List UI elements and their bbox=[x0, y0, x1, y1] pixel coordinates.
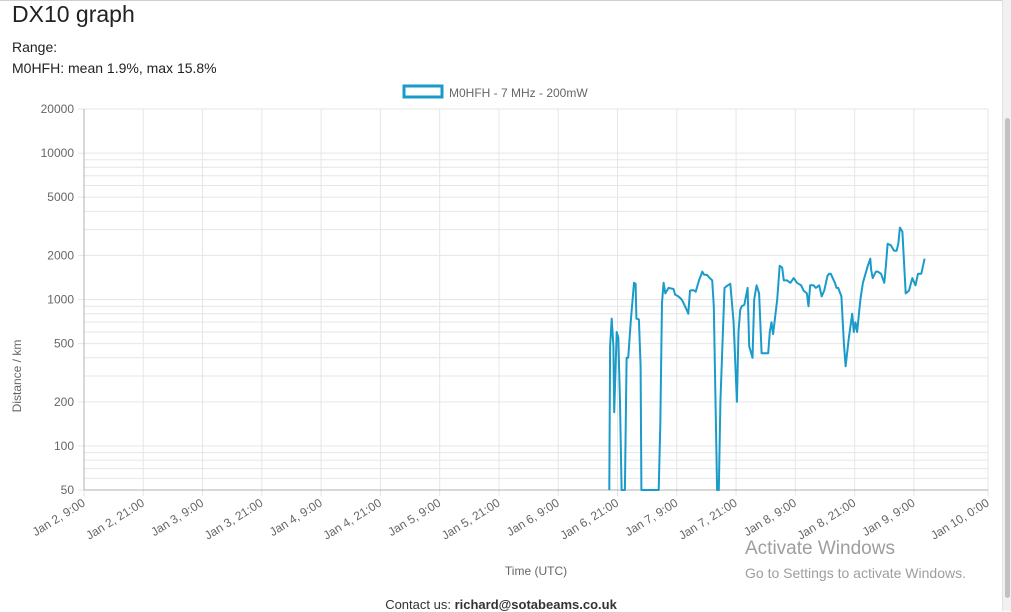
y-axis-title: Distance / km bbox=[10, 340, 24, 413]
x-tick-label: Jan 3, 9:00 bbox=[148, 496, 206, 540]
x-tick-label: Jan 4, 21:00 bbox=[321, 496, 385, 543]
x-tick-label: Jan 5, 9:00 bbox=[385, 496, 443, 540]
activate-windows-watermark: Activate Windows Go to Settings to activ… bbox=[745, 538, 966, 581]
y-tick-label: 5000 bbox=[47, 190, 74, 204]
footer: Contact us: richard@sotabeams.co.uk bbox=[0, 597, 1002, 612]
legend[interactable]: M0HFH - 7 MHz - 200mW bbox=[402, 84, 588, 100]
series-layer bbox=[608, 226, 926, 491]
series-line bbox=[608, 226, 926, 491]
x-tick-label: Jan 9, 9:00 bbox=[860, 496, 918, 540]
x-tick-label: Jan 10, 0:00 bbox=[928, 496, 992, 543]
y-tick-label: 20000 bbox=[41, 102, 75, 116]
scrollbar-thumb[interactable] bbox=[1005, 118, 1010, 598]
x-tick-label: Jan 8, 21:00 bbox=[795, 496, 859, 543]
stats-summary: M0HFH: mean 1.9%, max 15.8% bbox=[12, 60, 217, 76]
watermark-subtitle: Go to Settings to activate Windows. bbox=[745, 565, 966, 581]
x-axis: Jan 2, 9:00Jan 2, 21:00 Jan 3, 9:00Jan 3,… bbox=[30, 489, 992, 543]
x-axis-title: Time (UTC) bbox=[505, 564, 567, 578]
x-tick-label: Jan 5, 21:00 bbox=[439, 496, 503, 543]
x-tick-label: Jan 8, 9:00 bbox=[741, 496, 799, 540]
page-title: DX10 graph bbox=[12, 1, 135, 27]
x-tick-label: Jan 7, 9:00 bbox=[623, 496, 681, 540]
x-tick-label: Jan 6, 21:00 bbox=[558, 496, 622, 543]
y-tick-label: 500 bbox=[54, 337, 74, 351]
x-tick-label: Jan 4, 9:00 bbox=[267, 496, 325, 540]
distance-chart: 50 100 200 500 1000 2000 5000 10000 20000 Jan 2,… bbox=[10, 84, 992, 578]
vertical-scrollbar[interactable] bbox=[1002, 0, 1011, 611]
y-tick-label: 200 bbox=[54, 395, 74, 409]
x-tick-label: Jan 6, 9:00 bbox=[504, 496, 562, 540]
watermark-title: Activate Windows bbox=[745, 538, 895, 559]
contact-email-link[interactable]: richard@sotabeams.co.uk bbox=[455, 597, 617, 612]
y-tick-label: 100 bbox=[54, 439, 74, 453]
x-tick-label: Jan 2, 21:00 bbox=[83, 496, 147, 543]
x-tick-label: Jan 3, 21:00 bbox=[202, 496, 266, 543]
x-tick-label: Jan 7, 21:00 bbox=[676, 496, 740, 543]
legend-swatch[interactable] bbox=[402, 84, 444, 99]
legend-label[interactable]: M0HFH - 7 MHz - 200mW bbox=[449, 86, 588, 100]
y-tick-label: 2000 bbox=[47, 248, 74, 262]
footer-prefix: Contact us: bbox=[385, 597, 455, 612]
y-tick-label: 1000 bbox=[47, 293, 74, 307]
top-border bbox=[0, 0, 1002, 1]
grid-lines bbox=[78, 108, 989, 496]
x-tick-label: Jan 2, 9:00 bbox=[30, 496, 88, 540]
range-label: Range: bbox=[12, 39, 58, 55]
y-axis: 50 100 200 500 1000 2000 5000 10000 20000 bbox=[41, 102, 85, 497]
y-tick-label: 50 bbox=[61, 483, 75, 497]
y-tick-label: 10000 bbox=[41, 146, 75, 160]
